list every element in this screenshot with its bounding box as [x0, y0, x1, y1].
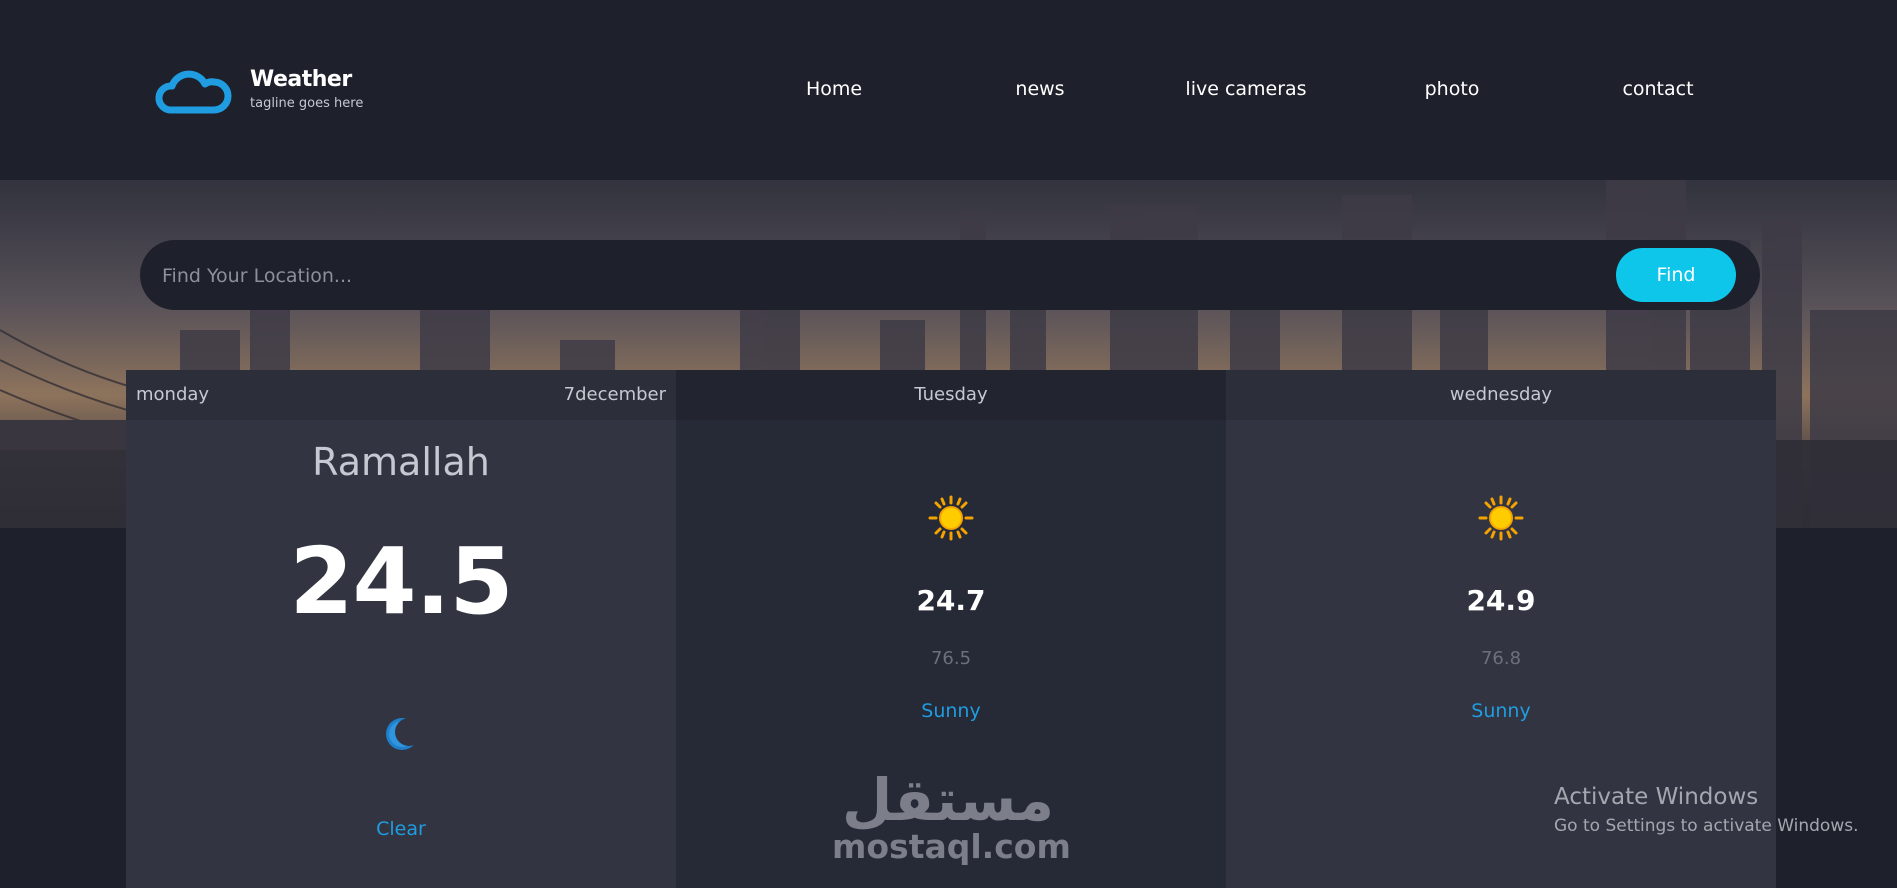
activate-windows-notice: Activate Windows Go to Settings to activ… — [1554, 784, 1859, 836]
forecast-condition: Sunny — [921, 700, 981, 722]
high-temperature: 24.9 — [1466, 584, 1536, 617]
forecast-condition: Sunny — [1471, 700, 1531, 722]
forecast-day-header: wednesday — [1226, 370, 1776, 420]
day-name: Tuesday — [914, 384, 988, 405]
forecast-day-header: Tuesday — [676, 370, 1226, 420]
find-button[interactable]: Find — [1616, 248, 1736, 302]
search-input[interactable] — [160, 257, 1544, 295]
nav-item-contact[interactable]: contact — [1622, 78, 1693, 100]
sun-icon — [1478, 495, 1524, 541]
moon-icon — [386, 718, 421, 750]
today-card: monday 7december Ramallah 24.5 Clear — [126, 370, 676, 888]
main-nav: Home news live cameras photo contact — [0, 78, 1897, 102]
city-name: Ramallah — [312, 440, 490, 484]
activate-subtitle: Go to Settings to activate Windows. — [1554, 816, 1859, 836]
location-search-bar: Find — [140, 240, 1760, 310]
nav-item-news[interactable]: news — [1015, 78, 1064, 100]
watermark-arabic: مستقل — [841, 766, 1055, 834]
watermark-latin: mostaql.com — [832, 827, 1071, 866]
date-label: 7december — [563, 384, 666, 405]
sun-icon — [928, 495, 974, 541]
nav-item-home[interactable]: Home — [806, 78, 862, 100]
low-temperature: 76.8 — [1480, 648, 1522, 669]
day-name: monday — [136, 384, 210, 405]
nav-item-photo[interactable]: photo — [1425, 78, 1480, 100]
site-header: Weather tagline goes here Home news live… — [0, 0, 1897, 180]
low-temperature: 76.5 — [930, 648, 972, 669]
today-condition: Clear — [376, 818, 426, 840]
today-header: monday 7december — [126, 370, 676, 420]
current-temperature: 24.5 — [289, 528, 514, 635]
day-name: wednesday — [1449, 384, 1553, 405]
activate-title: Activate Windows — [1554, 784, 1759, 810]
nav-item-live-cameras[interactable]: live cameras — [1185, 78, 1306, 100]
high-temperature: 24.7 — [916, 584, 986, 617]
mostaql-watermark: مستقل mostaql.com — [832, 766, 1071, 866]
